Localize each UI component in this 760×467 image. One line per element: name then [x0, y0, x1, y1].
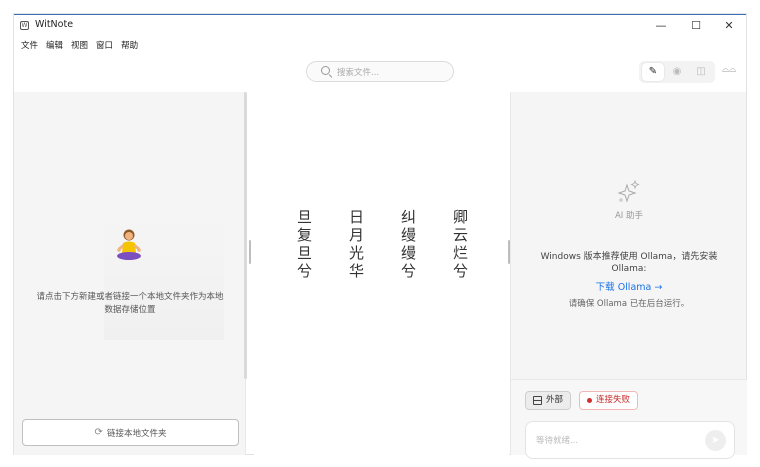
search-input[interactable]: 搜索文件...	[306, 61, 454, 82]
connection-status-badge[interactable]: 连接失败	[579, 391, 639, 410]
external-model-button[interactable]: 外部	[525, 391, 572, 410]
poem-char: 缦	[400, 226, 416, 244]
menu-help[interactable]: 帮助	[117, 39, 142, 53]
poem-char: 卿	[452, 208, 468, 226]
menu-view[interactable]: 视图	[67, 39, 92, 53]
maximize-button[interactable]: ☐	[679, 17, 713, 35]
poem-text: 旦 复 旦 兮 日 月 光 华 纠 缦 缦 兮 卿 云 烂 兮	[294, 208, 471, 280]
poem-char: 缦	[400, 244, 416, 262]
app-window: W WitNote — ☐ ✕ 文件 编辑 视图 窗口 帮助 搜索文件... ✎…	[14, 14, 747, 459]
close-button[interactable]: ✕	[712, 17, 746, 35]
minimize-button[interactable]: —	[644, 17, 678, 35]
ai-assistant-panel: AI 助手 Windows 版本推荐使用 Ollama，请先安装 Ollama:…	[510, 92, 747, 459]
poem-char: 旦	[296, 244, 312, 262]
send-button[interactable]: ➤	[705, 430, 726, 451]
ollama-install-message: Windows 版本推荐使用 Ollama，请先安装 Ollama:	[540, 252, 718, 274]
chat-placeholder: 等待就绪...	[536, 436, 579, 446]
poem-char: 复	[296, 226, 312, 244]
sparkle-icon	[617, 179, 640, 203]
poem-column: 日 月 光 华	[346, 208, 367, 280]
search-placeholder: 搜索文件...	[337, 68, 380, 78]
chat-input[interactable]: 等待就绪... ➤	[525, 421, 735, 459]
menu-edit[interactable]: 编辑	[42, 39, 67, 53]
app-title: WitNote	[35, 19, 74, 30]
poem-char: 兮	[452, 262, 468, 280]
download-ollama-link[interactable]: 下载 Ollama →	[511, 279, 747, 293]
poem-column: 旦 复 旦 兮	[294, 208, 315, 280]
title-bar: W WitNote — ☐ ✕	[14, 15, 746, 37]
search-icon	[321, 66, 330, 75]
sync-icon: ⟳	[94, 427, 103, 438]
connection-status-label: 连接失败	[596, 395, 631, 405]
link-folder-label: 链接本地文件夹	[106, 428, 167, 439]
poem-char: 兮	[296, 262, 312, 280]
poem-char: 云	[452, 226, 468, 244]
poem-column: 卿 云 烂 兮	[450, 208, 471, 280]
poem-char: 光	[348, 244, 364, 262]
poem-column: 纠 缦 缦 兮	[398, 208, 419, 280]
poem-char: 月	[348, 226, 364, 244]
link-folder-button[interactable]: ⟳ 链接本地文件夹	[22, 419, 239, 446]
poem-char: 纠	[400, 208, 416, 226]
menu-bar: 文件 编辑 视图 窗口 帮助	[17, 39, 142, 53]
preview-mode-button[interactable]: ◉	[666, 63, 688, 81]
app-logo-icon: W	[20, 21, 29, 30]
poem-char: 旦	[296, 208, 312, 226]
server-icon	[533, 396, 542, 405]
sidebar-scrollbar[interactable]	[244, 92, 247, 379]
chat-area: 外部 连接失败 等待就绪... ➤	[511, 379, 747, 459]
meditation-person-icon	[117, 229, 141, 260]
empty-state-message: 请点击下方新建或者链接一个本地文件夹作为本地 数据存储位置	[14, 291, 246, 317]
status-dot-icon	[587, 398, 592, 403]
reader-mode-icon[interactable]: ⌓⌓	[722, 65, 736, 75]
poem-char: 日	[348, 208, 364, 226]
external-label: 外部	[546, 395, 564, 405]
poem-char: 烂	[452, 244, 468, 262]
poem-char: 兮	[400, 262, 416, 280]
send-icon: ➤	[711, 435, 720, 446]
split-mode-button[interactable]: ◫	[690, 63, 712, 81]
editor-area[interactable]: 旦 复 旦 兮 日 月 光 华 纠 缦 缦 兮 卿 云 烂 兮	[254, 92, 509, 455]
ai-panel-title: AI 助手	[614, 211, 644, 221]
file-sidebar: 请点击下方新建或者链接一个本地文件夹作为本地 数据存储位置 ⟳ 链接本地文件夹	[14, 92, 246, 455]
edit-mode-button[interactable]: ✎	[642, 63, 664, 81]
poem-char: 华	[348, 262, 364, 280]
empty-state-line-1: 请点击下方新建或者链接一个本地文件夹作为本地	[36, 292, 224, 302]
view-mode-toggle: ✎ ◉ ◫	[639, 61, 715, 83]
left-panel-resize-handle[interactable]	[249, 240, 251, 264]
menu-window[interactable]: 窗口	[92, 39, 117, 53]
ollama-running-note: 请确保 Ollama 已在后台运行。	[568, 299, 690, 309]
empty-state-line-2: 数据存储位置	[104, 305, 156, 315]
menu-file[interactable]: 文件	[17, 39, 42, 53]
